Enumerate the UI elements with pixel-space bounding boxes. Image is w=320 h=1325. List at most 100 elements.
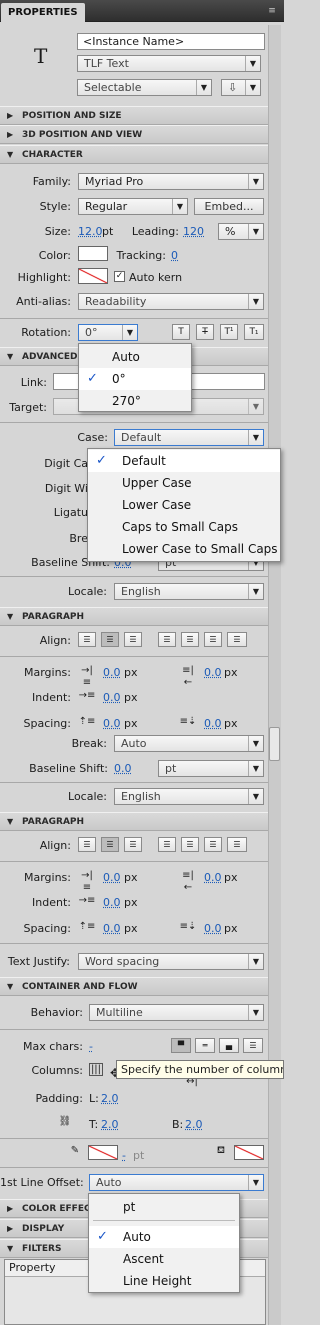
section-container-flow[interactable]: ▼ CONTAINER AND FLOW bbox=[0, 977, 268, 996]
scrollbar-thumb[interactable] bbox=[269, 727, 280, 761]
case-option-default[interactable]: ✓ Default bbox=[88, 450, 280, 472]
justify-right-button[interactable]: ☰ bbox=[204, 632, 222, 647]
space-before-value[interactable]: 0.0 bbox=[103, 717, 121, 730]
baseline-shift-value[interactable]: 0.0 bbox=[114, 762, 132, 775]
align-center-button[interactable]: ☰ bbox=[101, 837, 119, 852]
rotation-option-0[interactable]: ✓ 0° bbox=[79, 368, 191, 390]
right-margin-value[interactable]: 0.0 bbox=[204, 871, 222, 884]
align-left-button[interactable]: ☰ bbox=[78, 632, 96, 647]
autokern-checkbox[interactable]: ✓ bbox=[114, 271, 125, 282]
chevron-down-icon: ▼ bbox=[248, 954, 263, 969]
right-margin-value[interactable]: 0.0 bbox=[204, 666, 222, 679]
padding-bottom-value[interactable]: 2.0 bbox=[185, 1118, 203, 1131]
first-line-option-auto[interactable]: ✓ Auto bbox=[89, 1226, 239, 1248]
left-margin-unit: px bbox=[124, 871, 138, 884]
section-paragraph[interactable]: ▼ PARAGRAPH bbox=[0, 607, 268, 626]
indent-value[interactable]: 0.0 bbox=[103, 896, 121, 909]
embed-button[interactable]: Embed... bbox=[194, 198, 264, 215]
padding-left-value[interactable]: 2.0 bbox=[101, 1092, 119, 1105]
text-color-swatch[interactable] bbox=[78, 246, 108, 261]
align-left-button[interactable]: ☰ bbox=[78, 837, 96, 852]
font-style-dropdown[interactable]: Regular ▼ bbox=[78, 198, 188, 215]
link-padding-icon[interactable]: ⛓ bbox=[57, 1116, 73, 1128]
orientation-dropdown[interactable]: ⇩ ▼ bbox=[221, 79, 261, 96]
divider bbox=[0, 422, 268, 423]
checkmark-icon: ✓ bbox=[97, 1229, 108, 1244]
properties-tab[interactable]: PROPERTIES bbox=[1, 3, 85, 22]
subscript-button[interactable]: T₁ bbox=[244, 324, 264, 340]
font-family-dropdown[interactable]: Myriad Pro ▼ bbox=[78, 173, 264, 190]
leading-unit-dropdown[interactable]: % ▼ bbox=[218, 223, 264, 240]
justify-center-button[interactable]: ☰ bbox=[181, 632, 199, 647]
superscript-button[interactable]: T¹ bbox=[220, 324, 238, 340]
rotation-option-270[interactable]: 270° bbox=[79, 390, 191, 412]
justify-all-button[interactable]: ☰ bbox=[227, 837, 247, 852]
first-line-option-pt[interactable]: pt bbox=[89, 1196, 239, 1218]
panel-menu-icon[interactable]: ≡ bbox=[266, 5, 278, 17]
align-right-button[interactable]: ☰ bbox=[124, 837, 142, 852]
max-chars-value[interactable]: - bbox=[89, 1040, 93, 1053]
size-unit: pt bbox=[102, 225, 114, 238]
case-dropdown[interactable]: Default ▼ bbox=[114, 429, 264, 446]
case-option-caps-small-caps[interactable]: Caps to Small Caps bbox=[88, 516, 280, 538]
case-option-upper[interactable]: Upper Case bbox=[88, 472, 280, 494]
tracking-value[interactable]: 0 bbox=[171, 249, 178, 262]
antialias-label: Anti-alias: bbox=[16, 295, 71, 308]
left-margin-value[interactable]: 0.0 bbox=[103, 871, 121, 884]
vertical-align-bottom-button[interactable]: ▄ bbox=[219, 1038, 239, 1053]
vertical-align-top-button[interactable]: ▀ bbox=[171, 1038, 191, 1053]
justify-left-button[interactable]: ☰ bbox=[158, 837, 176, 852]
vertical-justify-button[interactable]: ☰ bbox=[243, 1038, 263, 1053]
align-center-button[interactable]: ☰ bbox=[101, 632, 119, 647]
left-margin-value[interactable]: 0.0 bbox=[103, 666, 121, 679]
divider bbox=[0, 1138, 268, 1139]
locale-dropdown[interactable]: English ▼ bbox=[114, 788, 264, 805]
fill-color-swatch[interactable] bbox=[234, 1145, 264, 1160]
stroke-width-value[interactable]: - bbox=[122, 1149, 126, 1162]
text-justify-dropdown[interactable]: Word spacing ▼ bbox=[78, 953, 264, 970]
baseline-unit-dropdown[interactable]: pt ▼ bbox=[158, 760, 264, 777]
vertical-align-middle-button[interactable]: ═ bbox=[195, 1038, 215, 1053]
justify-all-button[interactable]: ☰ bbox=[227, 632, 247, 647]
instance-name-input[interactable]: <Instance Name> bbox=[77, 33, 265, 50]
indent-value[interactable]: 0.0 bbox=[103, 691, 121, 704]
space-before-value[interactable]: 0.0 bbox=[103, 922, 121, 935]
container-behavior-dropdown[interactable]: Multiline ▼ bbox=[89, 1004, 264, 1021]
space-after-value[interactable]: 0.0 bbox=[204, 717, 222, 730]
strikethrough-button[interactable]: T bbox=[196, 324, 214, 340]
first-line-offset-dropdown[interactable]: Auto ▼ bbox=[89, 1174, 264, 1191]
locale-dropdown[interactable]: English ▼ bbox=[114, 583, 264, 600]
case-option-lower[interactable]: Lower Case bbox=[88, 494, 280, 516]
section-position-size[interactable]: ▶ POSITION AND SIZE bbox=[0, 106, 268, 125]
rotation-option-auto[interactable]: Auto bbox=[79, 346, 191, 368]
rotation-menu: Auto ✓ 0° 270° bbox=[78, 343, 192, 412]
text-type-dropdown[interactable]: TLF Text ▼ bbox=[77, 55, 261, 72]
chevron-down-icon: ▼ bbox=[245, 56, 260, 71]
case-option-lower-small-caps[interactable]: Lower Case to Small Caps bbox=[88, 538, 280, 560]
underline-button[interactable]: T bbox=[172, 324, 190, 340]
first-line-option-ascent[interactable]: Ascent bbox=[89, 1248, 239, 1270]
justify-right-button[interactable]: ☰ bbox=[204, 837, 222, 852]
orientation-icon: ⇩ bbox=[228, 81, 238, 94]
justify-left-button[interactable]: ☰ bbox=[158, 632, 176, 647]
section-title: 3D POSITION AND VIEW bbox=[22, 130, 143, 140]
section-paragraph-2[interactable]: ▼ PARAGRAPH bbox=[0, 812, 268, 831]
highlight-color-swatch[interactable] bbox=[78, 268, 108, 284]
section-character[interactable]: ▼ CHARACTER bbox=[0, 145, 268, 164]
first-line-option-line-height[interactable]: Line Height bbox=[89, 1270, 239, 1292]
padding-top-value[interactable]: 2.0 bbox=[101, 1118, 119, 1131]
rotation-dropdown[interactable]: 0° ▼ bbox=[78, 324, 138, 341]
break-dropdown[interactable]: Auto ▼ bbox=[114, 735, 264, 752]
justify-center-button[interactable]: ☰ bbox=[181, 837, 199, 852]
size-value[interactable]: 12.0 bbox=[78, 225, 103, 238]
align-right-button[interactable]: ☰ bbox=[124, 632, 142, 647]
space-after-value[interactable]: 0.0 bbox=[204, 922, 222, 935]
vertical-scrollbar[interactable] bbox=[268, 25, 281, 1325]
leading-value[interactable]: 120 bbox=[183, 225, 204, 238]
leading-label: Leading: bbox=[131, 225, 179, 238]
section-3d-position[interactable]: ▶ 3D POSITION AND VIEW bbox=[0, 125, 268, 144]
stroke-color-swatch[interactable] bbox=[88, 1145, 118, 1160]
behavior-dropdown[interactable]: Selectable ▼ bbox=[77, 79, 212, 96]
break-value: Auto bbox=[121, 737, 147, 750]
antialias-dropdown[interactable]: Readability ▼ bbox=[78, 293, 264, 310]
